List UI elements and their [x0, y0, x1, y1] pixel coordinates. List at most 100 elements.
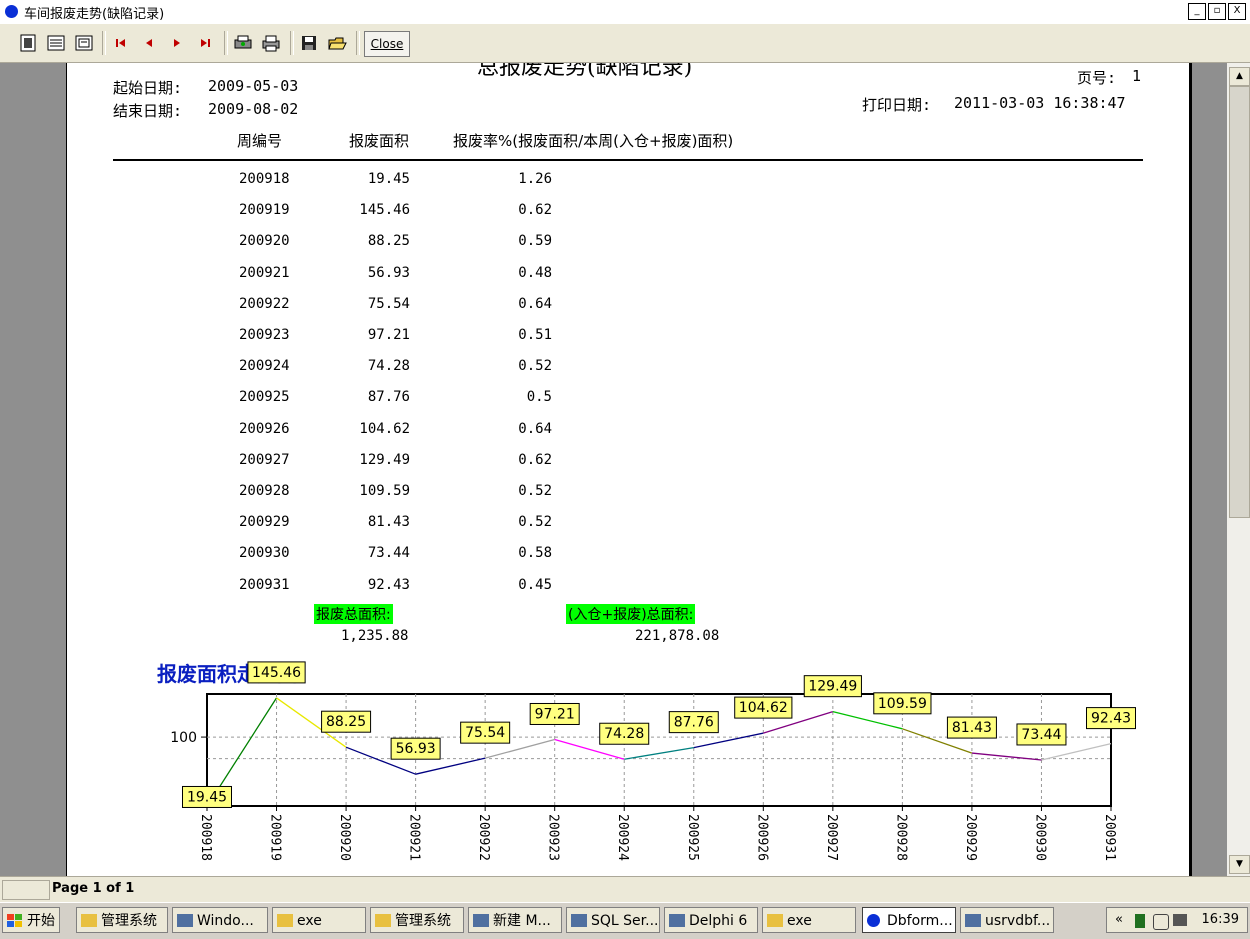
data-label: 74.28	[604, 726, 644, 742]
table-cell-week: 200919	[239, 202, 290, 219]
tray-media-icon[interactable]	[1153, 914, 1169, 930]
table-cell-week: 200927	[239, 451, 290, 468]
table-cell-area: 109.59	[359, 483, 410, 499]
taskbar-item[interactable]: Dbform...	[862, 907, 956, 933]
total-area-value: 1,235.88	[341, 628, 409, 644]
data-label: 97.21	[535, 706, 575, 722]
zoom-100-icon[interactable]	[73, 33, 95, 53]
folder-icon	[277, 914, 293, 927]
table-cell-rate: 0.5	[526, 389, 552, 406]
app-icon	[177, 914, 193, 927]
taskbar-item-label: SQL Ser...	[591, 913, 659, 929]
taskbar-item[interactable]: 管理系统	[370, 907, 464, 933]
tray-app-icon[interactable]	[1135, 914, 1145, 928]
report-page: 总报废走势(缺陷记录) 起始日期: 2009-05-03 结束日期: 2009-…	[66, 63, 1192, 876]
table-cell-rate: 0.62	[518, 202, 552, 219]
scroll-down-icon[interactable]: ▼	[1229, 855, 1250, 874]
data-label: 75.54	[465, 725, 505, 741]
x-tick-label: 200921	[407, 814, 422, 861]
first-page-icon[interactable]	[110, 33, 132, 53]
whole-page-icon[interactable]	[17, 33, 39, 53]
table-cell-rate: 0.45	[518, 576, 552, 593]
page-width-icon[interactable]	[45, 33, 67, 53]
next-page-icon[interactable]	[166, 33, 188, 53]
start-date-value: 2009-05-03	[208, 77, 299, 95]
tray-monitor-icon[interactable]	[1173, 914, 1187, 926]
taskbar-item-label: Dbform...	[887, 913, 953, 929]
table-cell-rate: 0.59	[518, 233, 552, 250]
table-cell-week: 200920	[239, 233, 290, 250]
table-cell-week: 200925	[239, 389, 290, 406]
table-cell-week: 200928	[239, 483, 290, 499]
table-cell-week: 200924	[239, 358, 290, 375]
x-tick-label: 200922	[476, 814, 491, 861]
data-label: 129.49	[808, 679, 857, 695]
start-button[interactable]: 开始	[2, 907, 60, 933]
taskbar-item-label: usrvdbf...	[985, 913, 1051, 929]
table-cell-rate: 0.64	[518, 295, 552, 312]
taskbar-item[interactable]: SQL Ser...	[566, 907, 660, 933]
prev-page-icon[interactable]	[138, 33, 160, 53]
data-label: 104.62	[739, 700, 788, 716]
table-cell-rate: 1.26	[518, 171, 552, 187]
open-folder-icon[interactable]	[326, 33, 348, 53]
scroll-up-icon[interactable]: ▲	[1229, 67, 1250, 86]
scroll-thumb[interactable]	[1229, 86, 1250, 518]
close-button[interactable]: Close	[364, 31, 410, 57]
title-bar: 车间报废走势(缺陷记录) _ ▫ X	[0, 0, 1250, 25]
report-viewport: 总报废走势(缺陷记录) 起始日期: 2009-05-03 结束日期: 2009-…	[0, 63, 1227, 876]
toolbar: Close	[0, 24, 1250, 63]
taskbar-item[interactable]: exe	[272, 907, 366, 933]
x-tick-label: 200926	[754, 814, 769, 861]
taskbar-item[interactable]: 新建 M...	[468, 907, 562, 933]
table-cell-area: 129.49	[359, 451, 410, 468]
close-window-button[interactable]: X	[1228, 3, 1246, 20]
x-tick-label: 200923	[546, 814, 561, 861]
start-date-label: 起始日期:	[113, 79, 183, 97]
page-number-label: 页号:	[1077, 69, 1117, 87]
table-cell-rate: 0.62	[518, 451, 552, 468]
taskbar-item-label: 新建 M...	[493, 913, 551, 929]
taskbar-item-label: 管理系统	[101, 913, 157, 929]
tray-expand-button[interactable]: «	[1115, 912, 1123, 927]
taskbar-item-label: 管理系统	[395, 913, 451, 929]
minimize-button[interactable]: _	[1188, 3, 1206, 20]
save-icon[interactable]	[298, 33, 320, 53]
taskbar-item[interactable]: exe	[762, 907, 856, 933]
last-page-icon[interactable]	[194, 33, 216, 53]
data-label: 73.44	[1021, 727, 1061, 743]
total-in-area-value: 221,878.08	[635, 628, 720, 644]
table-cell-week: 200929	[239, 514, 290, 531]
end-date-value: 2009-08-02	[208, 100, 299, 118]
data-label: 81.43	[952, 720, 992, 736]
table-cell-rate: 0.52	[518, 514, 552, 531]
printer-setup-icon[interactable]	[232, 33, 254, 53]
table-cell-week: 200918	[239, 171, 290, 187]
x-tick-label: 200930	[1032, 814, 1047, 861]
taskbar-item[interactable]: 管理系统	[76, 907, 168, 933]
taskbar-item[interactable]: Windo...	[172, 907, 268, 933]
restore-button[interactable]: ▫	[1208, 3, 1226, 20]
taskbar-item[interactable]: Delphi 6	[664, 907, 758, 933]
y-tick-label: 100	[170, 730, 197, 746]
column-header-week: 周编号	[237, 132, 283, 150]
print-icon[interactable]	[260, 33, 282, 53]
header-rule	[113, 159, 1143, 161]
taskbar-item-label: exe	[297, 913, 322, 929]
print-date-value: 2011-03-03 16:38:47	[954, 94, 1126, 112]
table-cell-area: 19.45	[367, 171, 410, 187]
total-area-label: 报废总面积:	[314, 604, 393, 624]
vertical-scrollbar[interactable]: ▲ ▼	[1227, 63, 1250, 876]
data-label: 19.45	[187, 789, 227, 805]
table-cell-rate: 0.58	[518, 545, 552, 562]
table-cell-week: 200931	[239, 576, 290, 593]
page-indicator: Page 1 of 1	[52, 881, 135, 896]
window-title: 车间报废走势(缺陷记录)	[24, 7, 165, 22]
app-icon	[5, 5, 18, 18]
table-cell-area: 81.43	[367, 514, 410, 531]
table-cell-week: 200922	[239, 295, 290, 312]
table-cell-area: 88.25	[367, 233, 410, 250]
taskbar-item[interactable]: usrvdbf...	[960, 907, 1054, 933]
print-date-label: 打印日期:	[862, 96, 932, 114]
trend-chart: 100 200918 200919 200920 200921 200922 200923 2…	[170, 661, 1136, 861]
